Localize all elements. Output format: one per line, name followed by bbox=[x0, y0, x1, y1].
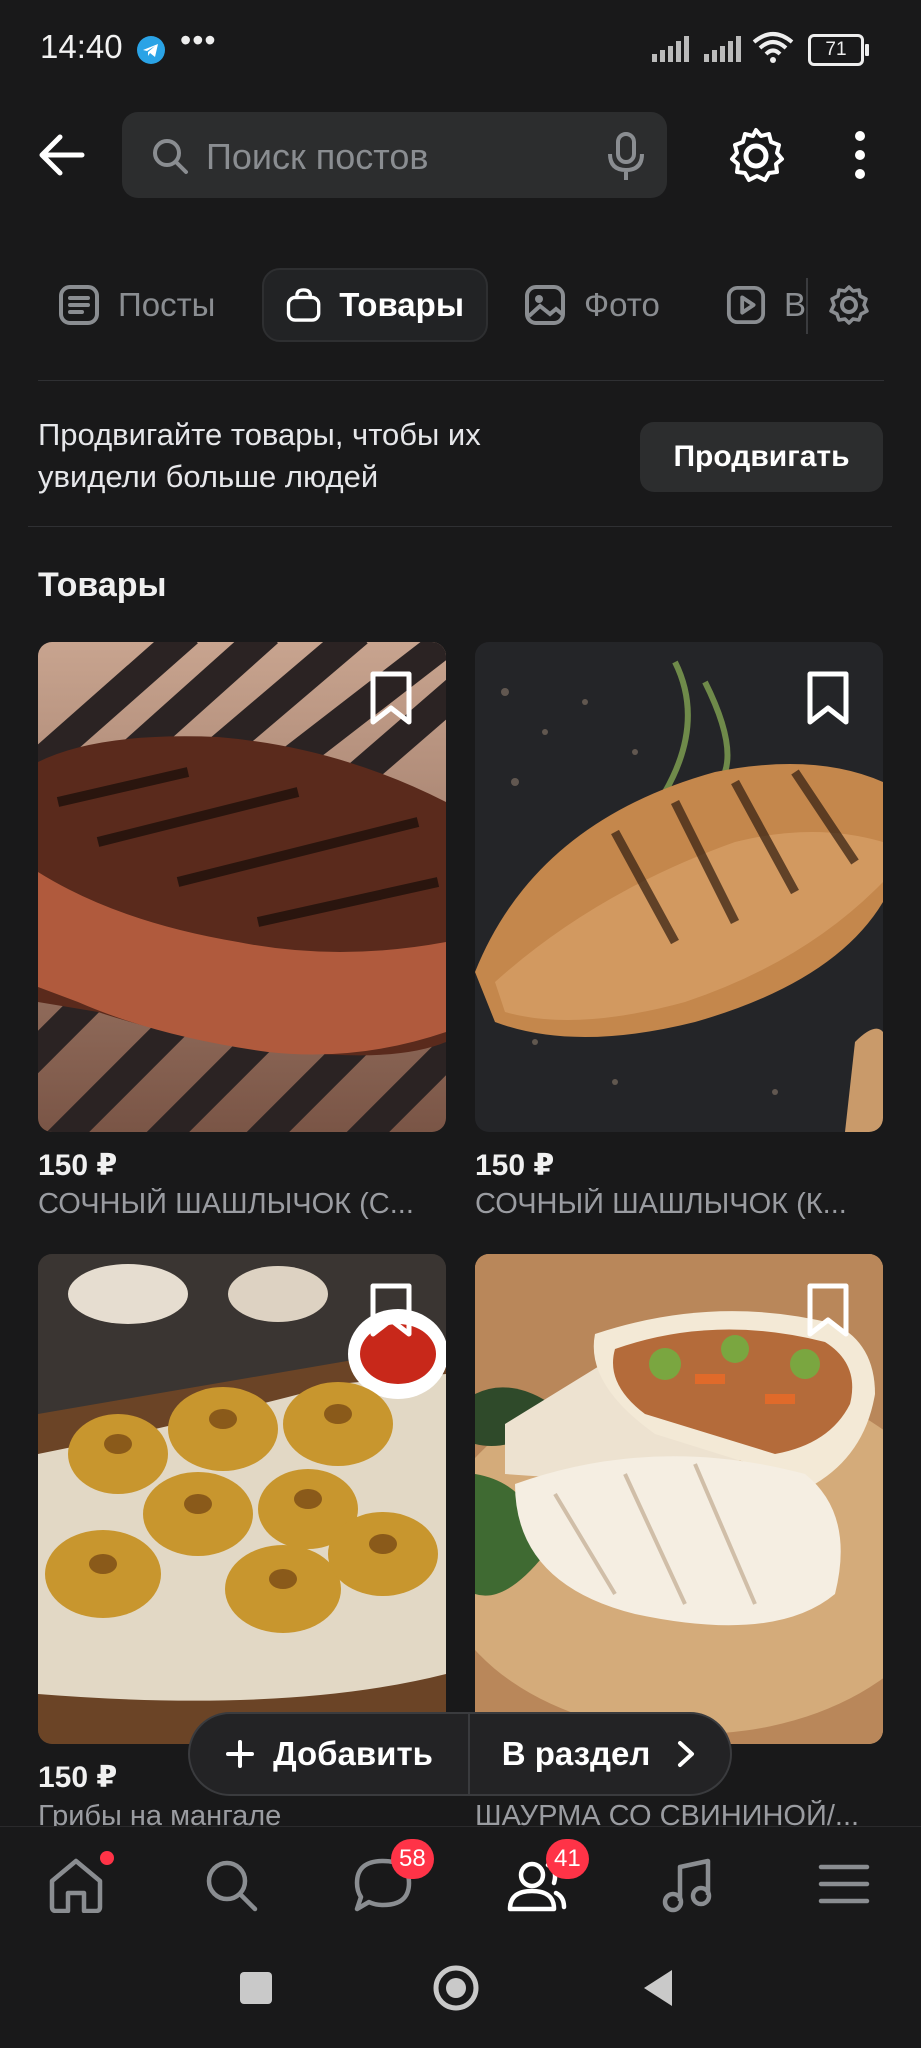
product-price: 150 ₽ bbox=[475, 1149, 555, 1182]
signal-icon bbox=[650, 34, 694, 67]
back-triangle-icon bbox=[644, 1970, 672, 2006]
status-time: 14:40 bbox=[40, 28, 123, 65]
search-icon bbox=[206, 1860, 258, 1912]
product-name[interactable]: СОЧНЫЙ ШАШЛЫЧОК (С... bbox=[38, 1188, 448, 1221]
bag-icon bbox=[286, 288, 321, 322]
more-vertical-icon[interactable] bbox=[848, 130, 872, 185]
video-icon bbox=[726, 285, 766, 325]
tab-posts[interactable]: Посты bbox=[58, 268, 215, 342]
photo-icon bbox=[525, 285, 565, 325]
floating-action-bar: Добавить В раздел bbox=[188, 1712, 732, 1796]
nav-friends[interactable]: 41 bbox=[504, 1839, 589, 1918]
chevron-right-icon bbox=[678, 1741, 695, 1767]
bookmark-icon[interactable] bbox=[366, 670, 416, 726]
microphone-icon[interactable] bbox=[606, 132, 646, 187]
tab-goods[interactable]: Товары bbox=[262, 268, 488, 342]
product-image-2[interactable] bbox=[475, 642, 883, 1132]
home-icon bbox=[49, 1858, 103, 1914]
bookmark-icon[interactable] bbox=[803, 1282, 853, 1338]
tab-photo[interactable]: Фото bbox=[524, 268, 660, 342]
more-notifications-icon: ••• bbox=[180, 22, 217, 58]
nav-messages[interactable]: 58 bbox=[353, 1839, 434, 1918]
battery-tip bbox=[865, 44, 869, 56]
battery-icon: 71 bbox=[808, 34, 864, 66]
tab-goods-label: Товары bbox=[339, 286, 464, 323]
product-name[interactable]: СОЧНЫЙ ШАШЛЫЧОК (К... bbox=[475, 1188, 885, 1221]
add-button-label: Добавить bbox=[273, 1735, 433, 1772]
nav-home[interactable] bbox=[46, 1851, 114, 1918]
bookmark-icon[interactable] bbox=[803, 670, 853, 726]
back-button[interactable] bbox=[640, 1968, 676, 2013]
product-price: 150 ₽ bbox=[38, 1761, 118, 1794]
signal-icon-2 bbox=[702, 34, 746, 67]
tab-photo-label: Фото bbox=[584, 286, 660, 323]
tabs-divider bbox=[806, 278, 808, 334]
product-image-1[interactable] bbox=[38, 642, 446, 1132]
bottom-navigation: 58 41 bbox=[0, 1826, 921, 1937]
notification-dot bbox=[100, 1851, 114, 1865]
home-circle-icon bbox=[433, 1965, 479, 2011]
product-image-4[interactable] bbox=[475, 1254, 883, 1744]
music-icon bbox=[662, 1858, 712, 1913]
go-to-section-button[interactable]: В раздел bbox=[470, 1735, 730, 1773]
system-navigation-bar bbox=[0, 1936, 921, 2048]
home-button[interactable] bbox=[432, 1964, 480, 2017]
nav-music[interactable] bbox=[662, 1857, 714, 1918]
recent-apps-button[interactable] bbox=[240, 1972, 272, 2004]
bookmark-icon[interactable] bbox=[366, 1282, 416, 1338]
product-name[interactable]: Грибы на мангале bbox=[38, 1800, 448, 1826]
settings-gear-icon[interactable] bbox=[726, 126, 786, 191]
divider bbox=[28, 526, 892, 527]
divider bbox=[38, 380, 884, 381]
product-name[interactable]: ШАУРМА СО СВИНИНОЙ/... bbox=[475, 1800, 885, 1826]
tab-video-label: В bbox=[783, 286, 806, 323]
messages-badge: 58 bbox=[391, 1839, 434, 1879]
plus-icon bbox=[226, 1740, 255, 1768]
section-title: Товары bbox=[38, 566, 167, 604]
nav-menu[interactable] bbox=[818, 1863, 870, 1910]
product-image-3[interactable] bbox=[38, 1254, 446, 1744]
posts-icon bbox=[59, 285, 99, 325]
back-arrow-icon[interactable] bbox=[38, 132, 86, 183]
promo-text: Продвигайте товары, чтобы их увидели бол… bbox=[38, 417, 481, 494]
search-placeholder: Поиск постов bbox=[206, 136, 429, 177]
tabs-settings-icon[interactable] bbox=[828, 284, 870, 331]
promote-button[interactable]: Продвигать bbox=[640, 422, 883, 492]
search-icon bbox=[150, 136, 190, 181]
product-price: 150 ₽ bbox=[38, 1149, 118, 1182]
tab-posts-label: Посты bbox=[118, 286, 216, 323]
wifi-icon bbox=[752, 30, 794, 69]
telegram-icon bbox=[137, 36, 165, 64]
nav-search[interactable] bbox=[203, 1857, 259, 1918]
tab-video[interactable]: В bbox=[726, 268, 806, 342]
menu-icon bbox=[818, 1864, 870, 1904]
go-to-section-label: В раздел bbox=[501, 1735, 651, 1772]
add-button[interactable]: Добавить bbox=[190, 1714, 470, 1794]
friends-badge: 41 bbox=[546, 1839, 589, 1879]
